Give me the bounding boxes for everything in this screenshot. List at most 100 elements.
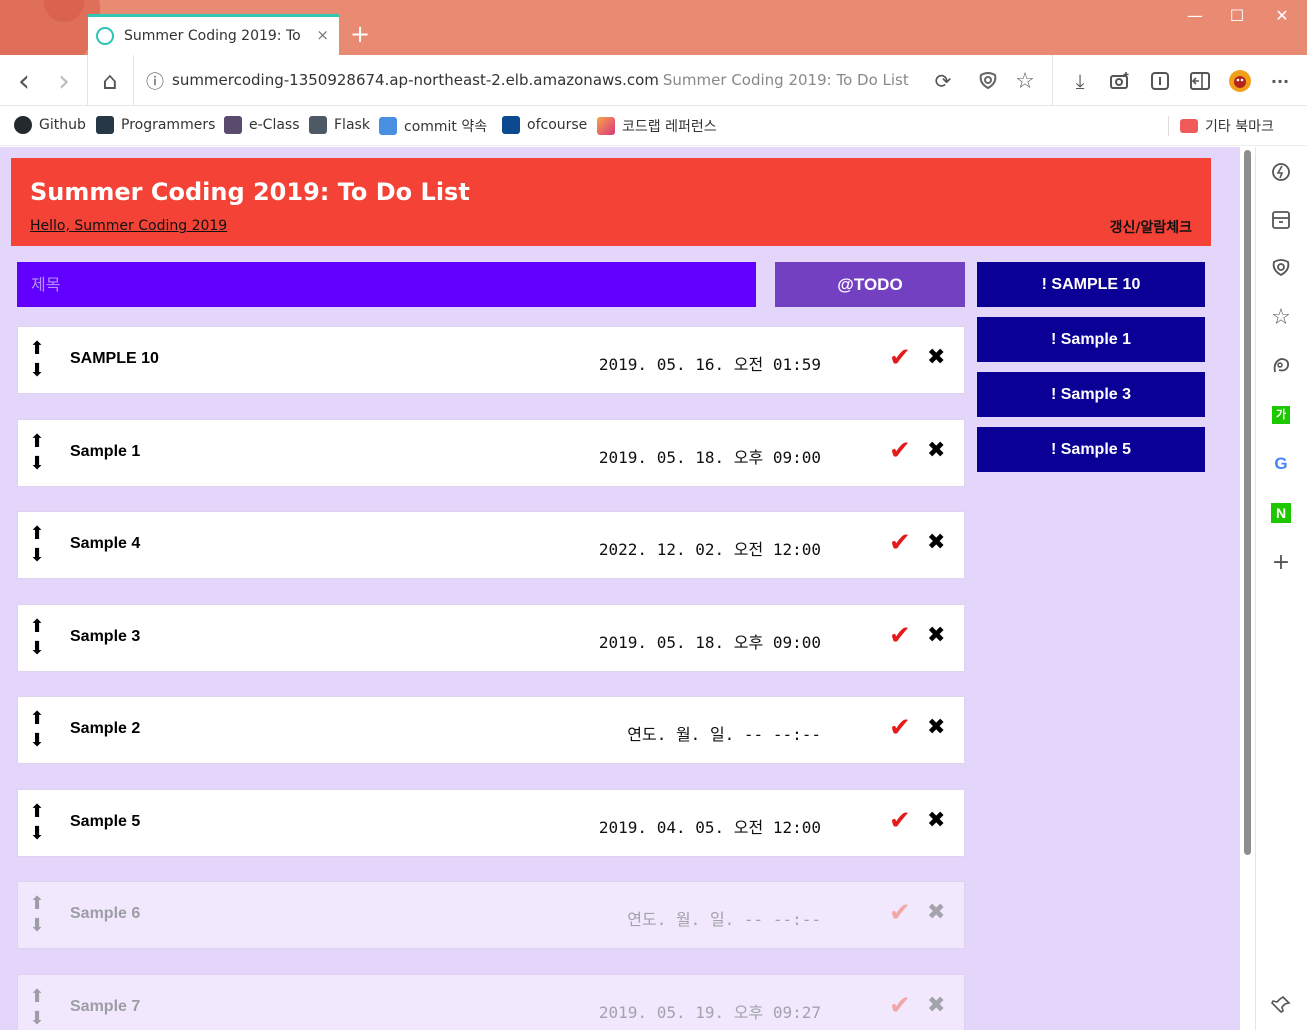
deadline-alert-item[interactable]: ! Sample 3	[977, 372, 1205, 417]
complete-check-icon[interactable]: ✔	[889, 343, 911, 373]
move-up-icon[interactable]: ⬆	[28, 433, 46, 451]
move-up-icon[interactable]: ⬆	[28, 988, 46, 1006]
reader-icon[interactable]	[1146, 67, 1174, 95]
move-down-icon[interactable]: ⬇	[28, 917, 46, 935]
todo-deadline-input[interactable]: 연도. 월. 일. -- --:--	[627, 721, 821, 745]
move-down-icon[interactable]: ⬇	[28, 640, 46, 658]
add-todo-button[interactable]: @TODO	[775, 262, 965, 307]
reload-icon[interactable]: ⟳	[929, 67, 957, 95]
browser-tab[interactable]: Summer Coding 2019: To Do List ×	[88, 14, 339, 55]
bookmarks-bar: Github Programmers e-Class Flask commit …	[0, 106, 1307, 146]
move-down-icon[interactable]: ⬇	[28, 1010, 46, 1028]
bookmark-github[interactable]: Github	[14, 116, 86, 134]
flash-search-icon[interactable]	[1268, 159, 1294, 185]
pin-sidebar-icon[interactable]	[1268, 992, 1294, 1018]
move-down-icon[interactable]: ⬇	[28, 455, 46, 473]
bookmark-label: 코드랩 레퍼런스	[622, 119, 717, 135]
bookmark-flask[interactable]: Flask	[309, 116, 370, 134]
todo-deadline-input[interactable]: 2019. 04. 05. 오전 12:00	[599, 814, 821, 838]
minimize-button[interactable]: —	[1180, 6, 1210, 25]
delete-icon[interactable]: ✖	[927, 992, 945, 1020]
tab-loading-icon	[96, 27, 114, 45]
complete-check-icon[interactable]: ✔	[889, 991, 911, 1021]
maximize-button[interactable]: ☐	[1222, 6, 1252, 25]
todo-item: ⬆ ⬇ Sample 1 2019. 05. 18. 오후 09:00 ✔ ✖	[17, 419, 965, 487]
naver-icon[interactable]: N	[1268, 500, 1294, 526]
todo-title: Sample 5	[70, 813, 141, 830]
complete-check-icon[interactable]: ✔	[889, 621, 911, 651]
delete-icon[interactable]: ✖	[927, 437, 945, 465]
refresh-alarm-button[interactable]: 갱신/알람체크	[1110, 217, 1192, 237]
site-info-icon[interactable]: ⓘ	[141, 67, 169, 95]
papago-icon[interactable]	[1268, 353, 1294, 379]
todo-title: Sample 7	[70, 998, 141, 1015]
complete-check-icon[interactable]: ✔	[889, 528, 911, 558]
move-up-icon[interactable]: ⬆	[28, 618, 46, 636]
todo-item: ⬆ ⬇ Sample 5 2019. 04. 05. 오전 12:00 ✔ ✖	[17, 789, 965, 857]
delete-icon[interactable]: ✖	[927, 622, 945, 650]
bookmark-commit[interactable]: commit 약속	[379, 116, 487, 136]
complete-check-icon[interactable]: ✔	[889, 713, 911, 743]
folder-icon	[1180, 119, 1198, 133]
bookmark-label: e-Class	[249, 117, 300, 133]
delete-icon[interactable]: ✖	[927, 529, 945, 557]
move-down-icon[interactable]: ⬇	[28, 732, 46, 750]
move-down-icon[interactable]: ⬇	[28, 547, 46, 565]
delete-icon[interactable]: ✖	[927, 807, 945, 835]
bookmark-ofcourse[interactable]: ofcourse	[502, 116, 587, 134]
move-up-icon[interactable]: ⬆	[28, 895, 46, 913]
complete-check-icon[interactable]: ✔	[889, 806, 911, 836]
title-input[interactable]	[17, 262, 756, 307]
download-icon[interactable]: ⤓	[1066, 67, 1094, 95]
deadline-alert-item[interactable]: ! SAMPLE 10	[977, 262, 1205, 307]
menu-more-icon[interactable]: ···	[1266, 67, 1294, 95]
google-icon[interactable]: G	[1268, 451, 1294, 477]
back-icon[interactable]: ‹	[10, 64, 38, 99]
address-bar[interactable]: summercoding-1350928674.ap-northeast-2.e…	[172, 71, 909, 89]
bookmark-eclass[interactable]: e-Class	[224, 116, 300, 134]
forward-icon[interactable]: ›	[50, 64, 78, 99]
new-tab-button[interactable]: +	[350, 22, 370, 46]
todo-deadline-input[interactable]: 2019. 05. 18. 오후 09:00	[599, 629, 821, 653]
bookmark-programmers[interactable]: Programmers	[96, 116, 215, 134]
move-down-icon[interactable]: ⬇	[28, 825, 46, 843]
deadline-alert-item[interactable]: ! Sample 1	[977, 317, 1205, 362]
add-sidebar-app-icon[interactable]: +	[1268, 549, 1294, 575]
todo-deadline-input[interactable]: 2022. 12. 02. 오전 12:00	[599, 536, 821, 560]
complete-check-icon[interactable]: ✔	[889, 898, 911, 928]
bookmark-codelab[interactable]: 코드랩 레퍼런스	[597, 116, 717, 136]
move-up-icon[interactable]: ⬆	[28, 803, 46, 821]
naver-dictionary-icon[interactable]: 가	[1268, 402, 1294, 428]
bookmark-other-folder[interactable]: 기타 북마크	[1180, 116, 1274, 136]
profile-avatar-icon[interactable]	[1226, 67, 1254, 95]
capture-icon[interactable]	[1106, 67, 1134, 95]
todo-deadline-input[interactable]: 2019. 05. 19. 오후 09:27	[599, 999, 821, 1023]
bookmark-star-icon[interactable]: ☆	[1011, 67, 1039, 95]
wallet-icon[interactable]	[1268, 207, 1294, 233]
delete-icon[interactable]: ✖	[927, 344, 945, 372]
page-scrollbar[interactable]	[1244, 150, 1251, 855]
todo-deadline-input[interactable]: 연도. 월. 일. -- --:--	[627, 906, 821, 930]
todo-deadline-input[interactable]: 2019. 05. 16. 오전 01:59	[599, 351, 821, 375]
todo-deadline-input[interactable]: 2019. 05. 18. 오후 09:00	[599, 444, 821, 468]
bookmarks-star-icon[interactable]: ☆	[1268, 304, 1294, 330]
close-window-button[interactable]: ✕	[1267, 6, 1297, 25]
move-up-icon[interactable]: ⬆	[28, 710, 46, 728]
complete-check-icon[interactable]: ✔	[889, 436, 911, 466]
whale-icon[interactable]	[974, 67, 1002, 95]
todo-item-completed: ⬆ ⬇ Sample 6 연도. 월. 일. -- --:-- ✔ ✖	[17, 881, 965, 949]
delete-icon[interactable]: ✖	[927, 714, 945, 742]
bookmark-label: 기타 북마크	[1205, 119, 1274, 135]
move-up-icon[interactable]: ⬆	[28, 340, 46, 358]
todo-item: ⬆ ⬇ Sample 4 2022. 12. 02. 오전 12:00 ✔ ✖	[17, 511, 965, 579]
sidebar-toggle-icon[interactable]	[1186, 67, 1214, 95]
move-up-icon[interactable]: ⬆	[28, 525, 46, 543]
greeting-link[interactable]: Hello, Summer Coding 2019	[30, 218, 227, 234]
tab-close-icon[interactable]: ×	[316, 26, 329, 44]
deadline-alert-item[interactable]: ! Sample 5	[977, 427, 1205, 472]
whale-space-icon[interactable]	[1268, 255, 1294, 281]
move-down-icon[interactable]: ⬇	[28, 362, 46, 380]
delete-icon[interactable]: ✖	[927, 899, 945, 927]
home-icon[interactable]: ⌂	[96, 67, 124, 95]
page-title: Summer Coding 2019: To Do List	[30, 178, 470, 206]
